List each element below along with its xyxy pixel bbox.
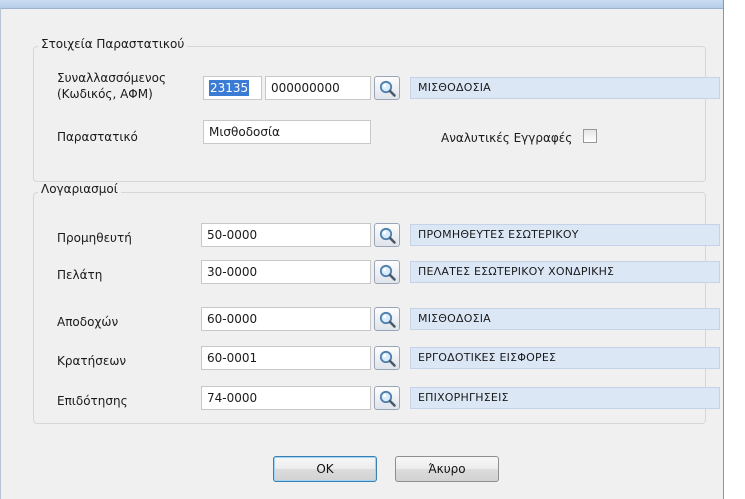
account-code-input-5[interactable]: 74-0000: [201, 386, 371, 410]
account-label-4: Κρατήσεων: [57, 354, 127, 368]
account-label-3: Αποδοχών: [57, 315, 119, 329]
account-lookup-button-2[interactable]: [374, 260, 400, 284]
party-label-line1: Συναλλασσόμενος: [57, 71, 167, 85]
account-name-field-4: ΕΡΓΟΔΟΤΙΚΕΣ ΕΙΣΦΟΡΕΣ: [410, 347, 720, 369]
account-name-field-5: ΕΠΙΧΟΡΗΓΗΣΕΙΣ: [410, 387, 720, 409]
cancel-button[interactable]: Άκυρο: [395, 456, 499, 482]
dialog-left-edge: [0, 8, 1, 499]
dialog-top-edge: [0, 0, 724, 9]
document-details-title: Στοιχεία Παραστατικού: [38, 37, 188, 51]
account-name-field-1: ΠΡΟΜΗΘΕΥΤΕΣ ΕΣΩΤΕΡΙΚΟΥ: [410, 224, 720, 246]
search-icon: [379, 350, 396, 367]
account-lookup-button-3[interactable]: [374, 307, 400, 331]
search-icon: [379, 264, 396, 281]
account-code-input-2[interactable]: 30-0000: [201, 260, 371, 284]
detailed-entries-label: Αναλυτικές Εγγραφές: [441, 131, 573, 145]
account-lookup-button-5[interactable]: [374, 386, 400, 410]
account-code-input-3[interactable]: 60-0000: [201, 307, 371, 331]
document-input[interactable]: Μισθοδοσία: [203, 120, 371, 144]
search-icon: [379, 390, 396, 407]
account-lookup-button-4[interactable]: [374, 346, 400, 370]
account-label-1: Προμηθευτή: [57, 231, 132, 245]
search-icon: [379, 80, 396, 97]
search-icon: [379, 311, 396, 328]
dialog-window: Στοιχεία Παραστατικού Συναλλασσόμενος (Κ…: [0, 0, 745, 499]
document-details-group: [33, 46, 706, 182]
party-code-input[interactable]: 23135: [203, 76, 262, 100]
account-code-input-4[interactable]: 60-0001: [201, 346, 371, 370]
account-name-field-3: ΜΙΣΘΟΔΟΣΙΑ: [410, 308, 720, 330]
account-name-field-2: ΠΕΛΑΤΕΣ ΕΣΩΤΕΡΙΚΟΥ ΧΟΝΔΡΙΚΗΣ: [410, 261, 720, 283]
party-lookup-button[interactable]: [374, 76, 400, 100]
party-name-field: ΜΙΣΘΟΔΟΣΙΑ: [410, 77, 720, 99]
account-lookup-button-1[interactable]: [374, 223, 400, 247]
party-label-line2: (Κωδικός, ΑΦΜ): [57, 87, 153, 101]
account-label-2: Πελάτη: [57, 268, 103, 282]
party-code-selected-text: 23135: [209, 80, 250, 96]
document-label: Παραστατικό: [57, 130, 138, 144]
account-code-input-1[interactable]: 50-0000: [201, 223, 371, 247]
accounts-title: Λογαριασμοί: [38, 182, 121, 196]
account-label-5: Επιδότησης: [57, 394, 128, 408]
ok-button[interactable]: OK: [273, 456, 377, 482]
detailed-entries-checkbox[interactable]: [583, 129, 597, 143]
search-icon: [379, 227, 396, 244]
party-vat-input[interactable]: 000000000: [265, 76, 371, 100]
background-right-strip: [723, 0, 745, 499]
